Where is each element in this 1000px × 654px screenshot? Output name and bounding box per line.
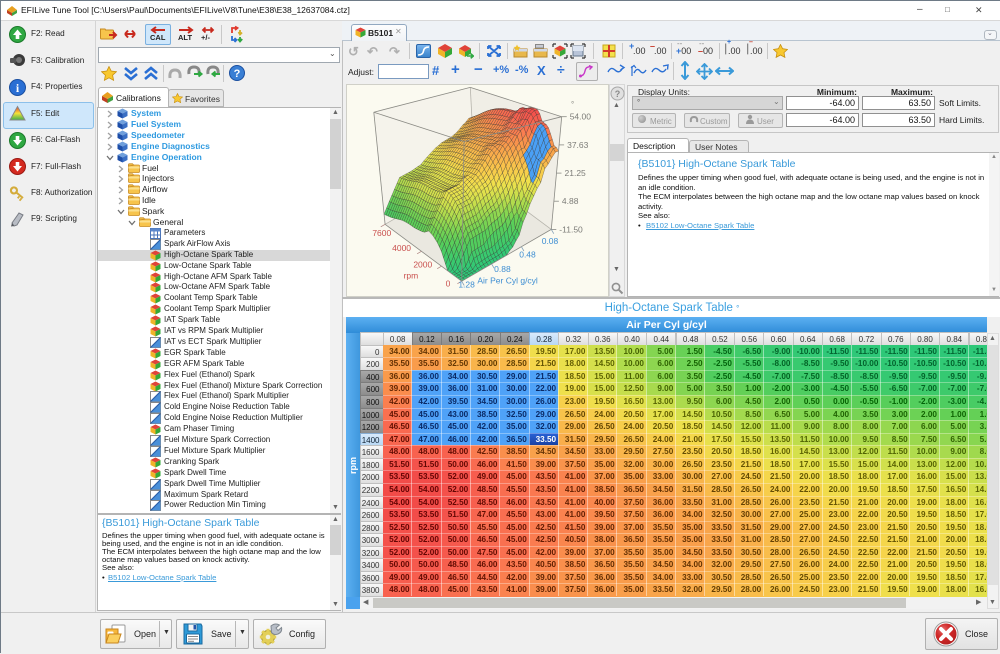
svg-text:0.48: 0.48 <box>519 249 536 259</box>
svg-text:7600: 7600 <box>372 228 391 238</box>
svg-text:37.63: 37.63 <box>567 140 589 150</box>
svg-text:4000: 4000 <box>392 243 411 253</box>
svg-text:54.00: 54.00 <box>570 112 592 122</box>
svg-text:4.88: 4.88 <box>562 196 579 206</box>
svg-text:0: 0 <box>446 279 451 289</box>
svg-text:?: ? <box>615 89 621 99</box>
svg-text:1.28: 1.28 <box>458 279 475 289</box>
svg-text:Air Per Cyl g/cyl: Air Per Cyl g/cyl <box>477 275 538 285</box>
svg-text:0.88: 0.88 <box>494 264 511 274</box>
svg-text:2000: 2000 <box>413 260 432 270</box>
svg-text:0.08: 0.08 <box>542 236 559 246</box>
svg-text:rpm: rpm <box>404 271 419 281</box>
svg-text:?: ? <box>234 68 241 80</box>
svg-text:-11.50: -11.50 <box>559 224 583 234</box>
svg-text:°: ° <box>571 100 574 109</box>
svg-text:21.25: 21.25 <box>565 168 587 178</box>
